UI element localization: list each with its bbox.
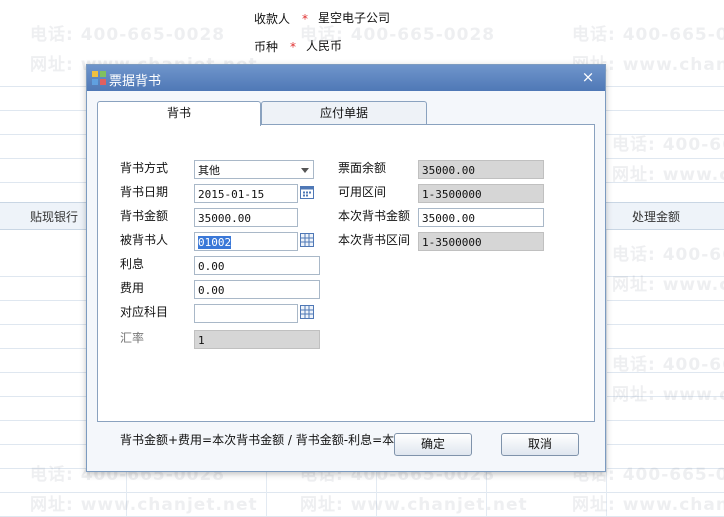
dialog-app-icon <box>92 71 106 85</box>
account-input[interactable] <box>194 304 298 323</box>
watermark: 网址: www.chanjet.net <box>612 165 724 185</box>
available-range-label: 可用区间 <box>338 185 387 199</box>
watermark: 电话: 400-665-0028 <box>300 25 496 45</box>
tab-payable-documents[interactable]: 应付单据 <box>261 101 427 125</box>
date-label: 背书日期 <box>120 185 169 199</box>
account-label: 对应科目 <box>120 305 169 319</box>
current-range-field: 1-3500000 <box>418 232 544 251</box>
column-header-discount-bank[interactable]: 贴现银行 <box>30 208 78 225</box>
current-range-label: 本次背书区间 <box>338 233 411 247</box>
method-label: 背书方式 <box>120 161 169 175</box>
ok-button[interactable]: 确定 <box>394 433 472 456</box>
interest-label: 利息 <box>120 257 145 271</box>
watermark: 电话: 400-665-0028 <box>30 25 226 45</box>
grid-col <box>266 470 267 516</box>
watermark: 电话: 400-665-0028 <box>572 25 724 45</box>
reference-lookup-icon[interactable] <box>300 305 314 319</box>
watermark: 网址: www.chanjet.net <box>612 385 724 405</box>
chevron-down-icon[interactable] <box>301 168 309 173</box>
endorsee-value: 01002 <box>198 236 232 249</box>
calendar-icon[interactable] <box>300 185 314 199</box>
payee-label: 收款人 <box>254 12 291 26</box>
watermark: 网址: www.chanjet.net <box>30 495 258 515</box>
fee-input[interactable]: 0.00 <box>194 280 320 299</box>
amount-label: 背书金额 <box>120 209 169 223</box>
method-select[interactable]: 其他 <box>194 160 314 179</box>
watermark: 电话: 400-665-0028 <box>612 135 724 155</box>
watermark: 电话: 400-665-0028 <box>612 355 724 375</box>
endorsee-input[interactable]: 01002 <box>194 232 298 251</box>
current-amount-input[interactable]: 35000.00 <box>418 208 544 227</box>
available-range-field: 1-3500000 <box>418 184 544 203</box>
dialog-title-bar[interactable]: 票据背书 × <box>87 65 605 91</box>
rate-field: 1 <box>194 330 320 349</box>
endorsee-label: 被背书人 <box>120 233 169 247</box>
fee-label: 费用 <box>120 281 145 295</box>
rate-label: 汇率 <box>120 331 145 345</box>
endorsement-dialog: 票据背书 × 背书 应付单据 背书方式 其他 背书日期 2015-01-15 背… <box>86 64 606 472</box>
cancel-button[interactable]: 取消 <box>501 433 579 456</box>
current-amount-label: 本次背书金额 <box>338 209 411 223</box>
dialog-title: 票据背书 <box>109 74 162 89</box>
column-header-amount[interactable]: 处理金额 <box>632 208 680 225</box>
endorsement-panel: 背书方式 其他 背书日期 2015-01-15 背书金额 35000.00 被背… <box>97 124 595 447</box>
watermark: 网址: www.chanjet.net <box>572 495 724 515</box>
amount-input[interactable]: 35000.00 <box>194 208 298 227</box>
required-mark: * <box>290 40 296 54</box>
face-balance-field: 35000.00 <box>418 160 544 179</box>
face-balance-label: 票面余额 <box>338 161 387 175</box>
method-value: 其他 <box>198 164 220 177</box>
tab-endorsement[interactable]: 背书 <box>97 101 261 126</box>
reference-lookup-icon[interactable] <box>300 233 314 247</box>
watermark: 电话: 400-665-0028 <box>612 245 724 265</box>
watermark: 网址: www.chanjet.net <box>300 495 528 515</box>
date-input[interactable]: 2015-01-15 <box>194 184 298 203</box>
close-icon[interactable]: × <box>579 68 597 86</box>
watermark: 网址: www.chanjet.net <box>612 275 724 295</box>
interest-input[interactable]: 0.00 <box>194 256 320 275</box>
